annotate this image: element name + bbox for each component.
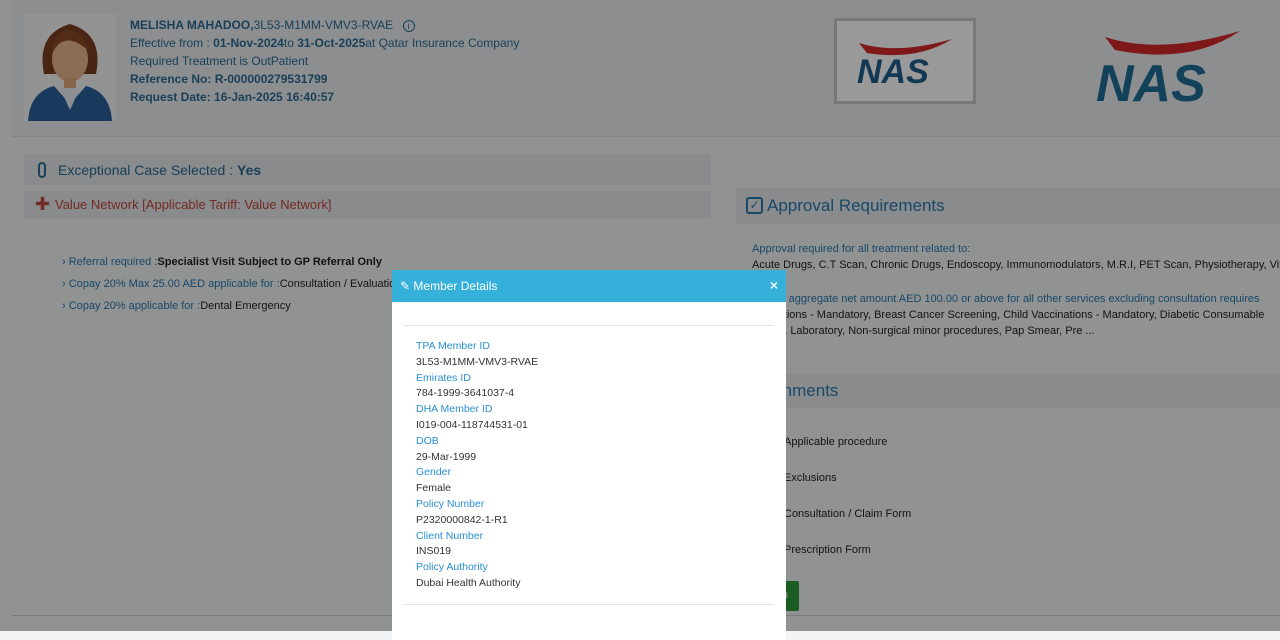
field-label: Gender — [416, 466, 452, 479]
modal-header: ✎ Member Details × — [392, 270, 786, 302]
field-label: Client Number — [416, 529, 484, 542]
field-value: I019-004-118744531-01 — [416, 418, 528, 431]
field-value: 784-1999-3641037-4 — [416, 387, 515, 400]
member-details-modal: ✎ Member Details × TPA Member ID 3L53-M1M… — [392, 270, 786, 640]
field-value: INS019 — [416, 545, 452, 558]
field-value: Female — [416, 482, 452, 495]
field-label: Policy Authority — [416, 561, 488, 574]
field-label: DHA Member ID — [416, 403, 493, 416]
member-fields: TPA Member ID 3L53-M1MM-VMV3-RVAE Emirate… — [416, 339, 538, 592]
field-label: TPA Member ID — [416, 340, 490, 352]
field-value: 3L53-M1MM-VMV3-RVAE — [416, 355, 539, 368]
field-value: 29-Mar-1999 — [416, 450, 477, 463]
divider — [404, 604, 774, 605]
modal-title: Member Details — [413, 279, 498, 293]
field-value: Dubai Health Authority — [416, 576, 521, 589]
field-label: DOB — [416, 434, 439, 447]
edit-icon: ✎ — [400, 279, 411, 293]
field-value: P2320000842-1-R1 — [416, 513, 508, 526]
divider — [404, 325, 774, 326]
field-label: Emirates ID — [416, 371, 471, 384]
close-icon[interactable]: × — [770, 277, 778, 293]
field-label: Policy Number — [416, 497, 485, 510]
